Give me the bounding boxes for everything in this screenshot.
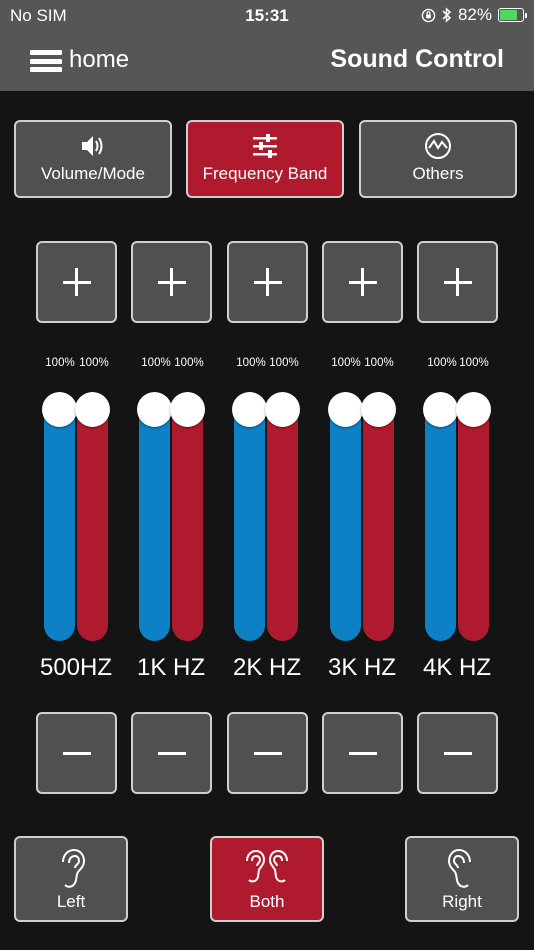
decrease-3khz-button[interactable] <box>322 712 403 794</box>
increase-4khz-button[interactable] <box>417 241 498 323</box>
minus-icon <box>348 739 377 767</box>
tab-volume-mode[interactable]: Volume/Mode <box>14 120 172 198</box>
home-link[interactable]: home <box>69 46 129 74</box>
right-slider-knob[interactable] <box>170 392 205 427</box>
tab-label: Others <box>412 164 464 183</box>
tab-frequency-band[interactable]: Frequency Band <box>186 120 344 198</box>
band-label-2khz: 2K HZ <box>232 654 301 681</box>
battery-fill <box>500 10 517 20</box>
right-slider-knob[interactable] <box>456 392 491 427</box>
minus-icon <box>157 739 186 767</box>
ear-both-button[interactable]: Both <box>210 836 324 922</box>
minus-icon <box>253 739 282 767</box>
increase-500hz-button[interactable] <box>36 241 117 323</box>
ear-right-icon <box>447 848 471 888</box>
right-slider-500hz[interactable] <box>77 397 108 641</box>
left-slider-500hz[interactable] <box>44 397 75 641</box>
right-percent-1khz: 100% <box>174 357 204 369</box>
right-percent-4khz: 100% <box>459 357 489 369</box>
increase-2khz-button[interactable] <box>227 241 308 323</box>
left-slider-knob[interactable] <box>42 392 77 427</box>
band-label-1khz: 1K HZ <box>136 654 205 681</box>
battery-percent: 82% <box>457 5 492 24</box>
minus-icon <box>62 739 91 767</box>
nav-bar: home Sound Control <box>0 30 534 91</box>
decrease-4khz-button[interactable] <box>417 712 498 794</box>
left-slider-knob[interactable] <box>423 392 458 427</box>
right-slider-2khz[interactable] <box>267 397 298 641</box>
right-slider-knob[interactable] <box>265 392 300 427</box>
ear-label: Right <box>442 892 482 911</box>
left-percent-500hz: 100% <box>45 357 75 369</box>
ear-left-button[interactable]: Left <box>14 836 128 922</box>
band-label-4khz: 4K HZ <box>422 654 491 681</box>
increase-1khz-button[interactable] <box>131 241 212 323</box>
ear-label: Both <box>249 892 285 911</box>
left-slider-4khz[interactable] <box>425 397 456 641</box>
page-title: Sound Control <box>330 45 504 73</box>
status-indicators: 82% <box>421 5 527 25</box>
battery-icon <box>498 8 527 22</box>
menu-icon[interactable] <box>30 50 62 72</box>
left-percent-1khz: 100% <box>141 357 171 369</box>
status-bar: No SIM 15:31 82% <box>0 0 534 30</box>
plus-icon <box>62 268 91 296</box>
left-slider-1khz[interactable] <box>139 397 170 641</box>
left-slider-knob[interactable] <box>328 392 363 427</box>
left-percent-3khz: 100% <box>331 357 361 369</box>
speaker-icon <box>82 136 103 156</box>
left-slider-knob[interactable] <box>137 392 172 427</box>
right-percent-3khz: 100% <box>364 357 394 369</box>
sliders-icon <box>253 134 277 158</box>
right-percent-500hz: 100% <box>79 357 109 369</box>
right-percent-2khz: 100% <box>269 357 299 369</box>
right-slider-1khz[interactable] <box>172 397 203 641</box>
decrease-500hz-button[interactable] <box>36 712 117 794</box>
band-label-500hz: 500HZ <box>39 654 113 681</box>
ear-right-button[interactable]: Right <box>405 836 519 922</box>
right-slider-knob[interactable] <box>361 392 396 427</box>
minus-icon <box>443 739 472 767</box>
right-slider-knob[interactable] <box>75 392 110 427</box>
bluetooth-icon <box>442 7 452 23</box>
plus-icon <box>348 268 377 296</box>
ear-label: Left <box>56 892 86 911</box>
waveform-circle-icon <box>425 133 451 159</box>
left-percent-2khz: 100% <box>236 357 266 369</box>
tab-others[interactable]: Others <box>359 120 517 198</box>
left-slider-3khz[interactable] <box>330 397 361 641</box>
increase-3khz-button[interactable] <box>322 241 403 323</box>
ear-left-icon <box>62 848 86 888</box>
tab-label: Frequency Band <box>202 164 328 183</box>
plus-icon <box>253 268 282 296</box>
decrease-1khz-button[interactable] <box>131 712 212 794</box>
tab-label: Volume/Mode <box>41 164 145 183</box>
left-percent-4khz: 100% <box>427 357 457 369</box>
plus-icon <box>443 268 472 296</box>
decrease-2khz-button[interactable] <box>227 712 308 794</box>
right-slider-3khz[interactable] <box>363 397 394 641</box>
right-slider-4khz[interactable] <box>458 397 489 641</box>
plus-icon <box>157 268 186 296</box>
band-label-3khz: 3K HZ <box>327 654 396 681</box>
ears-both-icon <box>246 849 288 883</box>
left-slider-2khz[interactable] <box>234 397 265 641</box>
orientation-lock-icon <box>421 8 436 22</box>
left-slider-knob[interactable] <box>232 392 267 427</box>
